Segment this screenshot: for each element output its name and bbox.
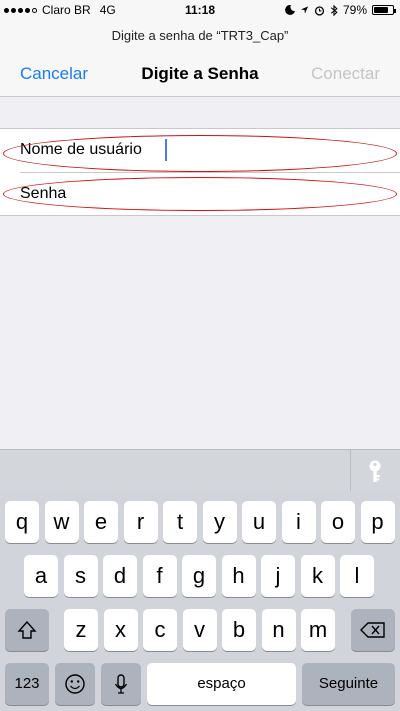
shift-icon (17, 620, 37, 639)
status-bar: Claro BR 4G 11:18 79% (0, 0, 400, 20)
keyboard-accessory-bar (0, 449, 400, 492)
backspace-icon (360, 622, 385, 638)
next-key[interactable]: Seguinte (302, 663, 395, 705)
key-v[interactable]: v (182, 609, 217, 651)
key-w[interactable]: w (44, 501, 79, 543)
key-c[interactable]: c (143, 609, 177, 651)
space-key[interactable]: espaço (147, 663, 296, 705)
moon-icon (285, 5, 295, 15)
battery-icon (372, 5, 396, 15)
keyboard: q w e r t y u i o p a s d f g h j k l z x c v b n m 123 espaço Segui… (0, 491, 400, 711)
backspace-key[interactable] (351, 609, 395, 651)
emoji-key[interactable] (55, 663, 95, 705)
key-z[interactable]: z (64, 609, 98, 651)
key-icon[interactable] (362, 458, 388, 484)
battery-percent: 79% (342, 3, 367, 17)
connect-button[interactable]: Conectar (311, 64, 380, 84)
key-d[interactable]: d (103, 555, 137, 597)
key-b[interactable]: b (222, 609, 256, 651)
key-y[interactable]: y (202, 501, 237, 543)
status-right: 79% (285, 3, 396, 17)
key-m[interactable]: m (301, 609, 335, 651)
key-f[interactable]: f (142, 555, 177, 597)
credentials-form: Nome de usuário Senha (0, 128, 400, 216)
network-prompt: Digite a senha de “TRT3_Cap” (111, 28, 289, 43)
location-arrow-icon (300, 6, 309, 14)
password-label: Senha (20, 185, 67, 202)
microphone-icon (114, 674, 128, 694)
key-r[interactable]: r (123, 501, 158, 543)
username-row[interactable]: Nome de usuário (0, 129, 400, 172)
password-row[interactable]: Senha (0, 173, 400, 216)
dictation-key[interactable] (101, 663, 141, 705)
alarm-clock-icon (314, 5, 325, 16)
key-k[interactable]: k (300, 555, 335, 597)
key-i[interactable]: i (281, 501, 316, 543)
key-g[interactable]: g (182, 555, 216, 597)
key-e[interactable]: e (84, 501, 118, 543)
key-h[interactable]: h (221, 555, 256, 597)
emoji-icon (65, 674, 85, 694)
shift-key[interactable] (5, 609, 49, 651)
username-label: Nome de usuário (20, 141, 142, 158)
key-t[interactable]: t (163, 501, 197, 543)
key-x[interactable]: x (103, 609, 138, 651)
nav-header: Digite a senha de “TRT3_Cap” Cancelar Di… (0, 20, 400, 97)
key-a[interactable]: a (24, 555, 58, 597)
password-field[interactable] (160, 179, 380, 209)
key-q[interactable]: q (5, 501, 39, 543)
username-field[interactable] (160, 135, 380, 165)
bluetooth-icon (330, 4, 338, 16)
key-s[interactable]: s (63, 555, 98, 597)
key-p[interactable]: p (360, 501, 395, 543)
accessory-divider (350, 450, 351, 492)
key-o[interactable]: o (321, 501, 355, 543)
battery-fill (374, 7, 389, 13)
numbers-key[interactable]: 123 (5, 663, 49, 705)
key-j[interactable]: j (261, 555, 295, 597)
key-l[interactable]: l (340, 555, 374, 597)
key-n[interactable]: n (261, 609, 296, 651)
key-u[interactable]: u (242, 501, 276, 543)
